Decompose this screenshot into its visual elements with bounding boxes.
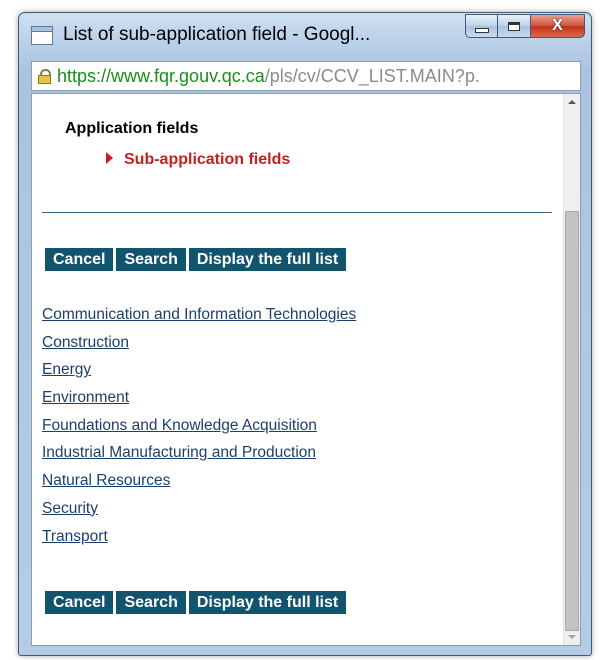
scroll-thumb[interactable]	[565, 211, 579, 631]
browser-popup-window: List of sub-application field - Googl...…	[18, 12, 592, 656]
list-item: Industrial Manufacturing and Production	[42, 444, 356, 472]
page-document-icon	[31, 26, 53, 45]
page-content: Application fields Sub-application field…	[31, 93, 581, 646]
display-full-list-button[interactable]: Display the full list	[188, 591, 347, 614]
close-button[interactable]: X	[531, 14, 585, 38]
field-link[interactable]: Transport	[42, 528, 108, 545]
field-link[interactable]: Natural Resources	[42, 472, 170, 489]
maximize-button[interactable]	[498, 14, 531, 38]
breadcrumb-current: Sub-application fields	[124, 151, 291, 168]
url-path-part: /pls/cv/CCV_LIST.MAIN?p.	[264, 66, 480, 86]
search-button[interactable]: Search	[116, 591, 186, 614]
scroll-down-arrow-icon[interactable]	[564, 629, 580, 645]
triangle-right-icon	[106, 152, 113, 164]
lock-icon	[38, 69, 51, 84]
window-controls: X	[465, 14, 585, 40]
vertical-scrollbar[interactable]	[563, 94, 580, 645]
window-title: List of sub-application field - Googl...	[63, 24, 371, 45]
breadcrumb-title: Application fields	[65, 120, 199, 137]
cancel-button[interactable]: Cancel	[45, 248, 114, 271]
field-link[interactable]: Environment	[42, 389, 129, 406]
field-link[interactable]: Security	[42, 500, 98, 517]
field-link[interactable]: Energy	[42, 361, 91, 378]
list-item: Foundations and Knowledge Acquisition	[42, 417, 356, 445]
list-item: Environment	[42, 389, 356, 417]
field-link[interactable]: Communication and Information Technologi…	[42, 306, 356, 323]
list-item: Natural Resources	[42, 472, 356, 500]
button-bar-top: Cancel Search Display the full list	[45, 248, 349, 271]
minimize-button[interactable]	[465, 14, 498, 38]
field-link[interactable]: Industrial Manufacturing and Production	[42, 444, 316, 461]
scroll-up-arrow-icon[interactable]	[564, 94, 580, 110]
display-full-list-button[interactable]: Display the full list	[188, 248, 347, 271]
field-link[interactable]: Foundations and Knowledge Acquisition	[42, 417, 317, 434]
address-bar[interactable]: https://www.fqr.gouv.qc.ca/pls/cv/CCV_LI…	[31, 61, 581, 91]
url-text: https://www.fqr.gouv.qc.ca/pls/cv/CCV_LI…	[57, 66, 480, 87]
list-item: Construction	[42, 334, 356, 362]
url-secure-part: https://www.fqr.gouv.qc.ca	[57, 66, 265, 86]
list-item: Transport	[42, 528, 356, 556]
maximize-icon	[508, 21, 520, 31]
list-item: Energy	[42, 361, 356, 389]
minimize-icon	[474, 27, 489, 33]
field-link[interactable]: Construction	[42, 334, 129, 351]
list-item: Security	[42, 500, 356, 528]
list-item: Communication and Information Technologi…	[42, 306, 356, 334]
divider	[42, 212, 552, 213]
close-icon: X	[552, 17, 563, 34]
search-button[interactable]: Search	[116, 248, 186, 271]
button-bar-bottom: Cancel Search Display the full list	[45, 591, 349, 614]
cancel-button[interactable]: Cancel	[45, 591, 114, 614]
title-bar[interactable]: List of sub-application field - Googl...…	[19, 13, 591, 59]
sub-application-field-list: Communication and Information Technologi…	[42, 306, 356, 555]
